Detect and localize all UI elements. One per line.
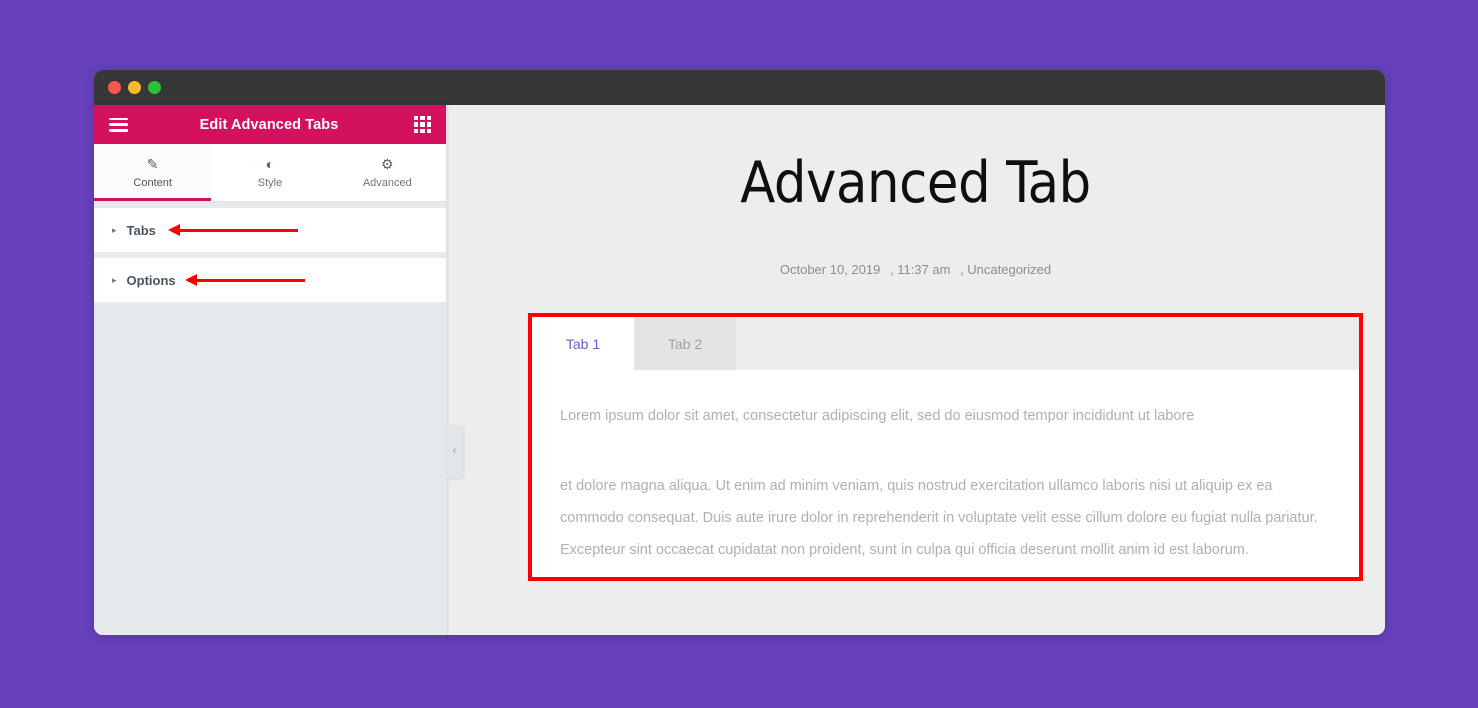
widget-tab-bar: Tab 1 Tab 2 (532, 317, 1359, 370)
tab-content-label: Content (133, 176, 172, 189)
annotation-arrow-tabs (168, 224, 298, 236)
panel-sections: ▸ Tabs ▸ Options (94, 202, 446, 635)
maximize-window-button[interactable] (148, 81, 161, 94)
gear-icon: ⚙ (381, 156, 394, 172)
chevron-left-icon: ‹ (452, 445, 457, 457)
post-time: , 11:37 am (889, 262, 951, 277)
widget-paragraph-1: Lorem ipsum dolor sit amet, consectetur … (560, 408, 1195, 424)
tab-style-label: Style (257, 176, 283, 189)
panel-header: Edit Advanced Tabs (94, 105, 446, 144)
section-tabs[interactable]: ▸ Tabs (94, 208, 446, 252)
tab-advanced-label: Advanced (362, 176, 412, 189)
widget-tab-1[interactable]: Tab 1 (532, 317, 634, 370)
annotation-arrow-options (185, 274, 305, 286)
tab-content[interactable]: ✎ Content (94, 144, 212, 201)
pencil-icon: ✎ (146, 156, 159, 172)
widget-paragraph-2: et dolore magna aliqua. Ut enim ad minim… (560, 478, 1318, 558)
panel-collapse-handle[interactable]: ‹ (446, 425, 463, 478)
widget-tab-content: Lorem ipsum dolor sit amet, consectetur … (532, 370, 1359, 566)
chevron-right-icon: ▸ (112, 274, 117, 285)
page-title: Advanced Tab (740, 150, 1091, 216)
minimize-window-button[interactable] (128, 81, 141, 94)
tab-advanced[interactable]: ⚙ Advanced (328, 144, 446, 201)
contrast-icon: ◐ (265, 156, 275, 172)
section-options[interactable]: ▸ Options (94, 258, 446, 302)
post-meta: October 10, 2019 , 11:37 am , Uncategori… (446, 262, 1385, 277)
editor-panel: Edit Advanced Tabs ✎ Content ◐ Style ⚙ A… (94, 105, 463, 635)
tabs-widget-highlight-box: Tab 1 Tab 2 Lorem ipsum dolor sit amet, … (528, 313, 1363, 581)
panel-tab-bar: ✎ Content ◐ Style ⚙ Advanced (94, 144, 446, 202)
post-category: , Uncategorized (960, 262, 1052, 277)
tab-style[interactable]: ◐ Style (211, 144, 329, 201)
widgets-grid-icon[interactable] (414, 116, 431, 133)
panel-title: Edit Advanced Tabs (199, 116, 339, 133)
window-body: Edit Advanced Tabs ✎ Content ◐ Style ⚙ A… (94, 105, 1385, 635)
post-date: October 10, 2019 (779, 262, 881, 277)
preview-canvas: Advanced Tab October 10, 2019 , 11:37 am… (446, 105, 1385, 635)
widget-tab-2[interactable]: Tab 2 (634, 317, 736, 370)
window-titlebar (94, 70, 1385, 105)
section-tabs-label: Tabs (126, 222, 156, 238)
section-options-label: Options (126, 272, 176, 288)
close-window-button[interactable] (108, 81, 121, 94)
chevron-right-icon: ▸ (112, 224, 117, 235)
browser-window: Edit Advanced Tabs ✎ Content ◐ Style ⚙ A… (94, 70, 1385, 635)
